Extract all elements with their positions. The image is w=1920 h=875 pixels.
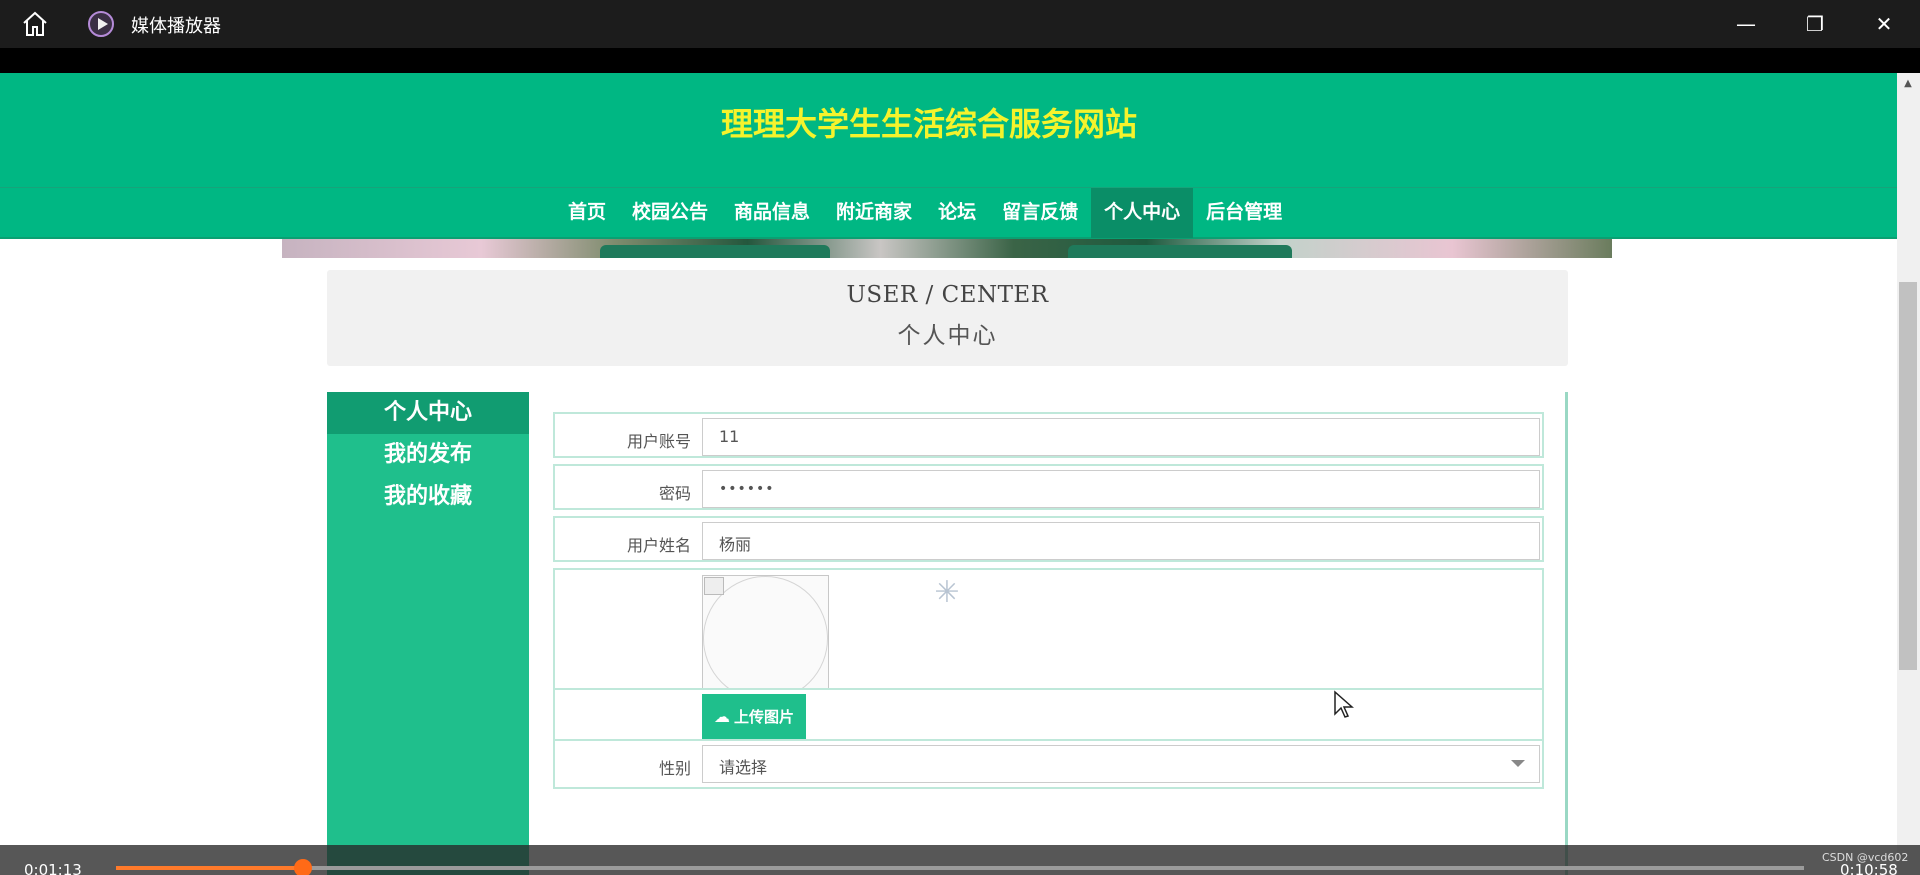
media-player-icon (88, 11, 114, 37)
sidebar-item-my-posts[interactable]: 我的发布 (327, 434, 529, 476)
password-input[interactable]: •••••• (702, 470, 1540, 508)
form-row-name: 用户姓名 杨丽 (553, 516, 1544, 562)
name-label: 用户姓名 (626, 536, 691, 555)
form-row-account: 用户账号 11 (553, 412, 1544, 458)
gender-select[interactable]: 请选择 (702, 745, 1540, 783)
user-center-title-cn: 个人中心 (897, 323, 998, 349)
gender-label: 性别 (658, 759, 691, 778)
sidebar-item-my-favorites[interactable]: 我的收藏 (327, 476, 529, 518)
player-titlebar: 媒体播放器 — ❐ ✕ (0, 0, 1920, 48)
nav-item-7[interactable]: 后台管理 (1193, 188, 1295, 238)
total-time: 0:10:58 (1840, 861, 1898, 875)
seek-bar[interactable] (116, 859, 1804, 875)
cloud-upload-icon: ☁ (714, 707, 730, 726)
player-controls: 0:01:13 CSDN @vcd602 0:10:58 (0, 845, 1920, 875)
form-row-password: 密码 •••••• (553, 464, 1544, 510)
nav-item-1[interactable]: 校园公告 (619, 188, 721, 238)
web-viewport: 理理大学生生活综合服务网站 首页 校园公告 商品信息 附近商家 论坛 留言反馈 个人中心 后台… (0, 73, 1920, 875)
nav-item-3[interactable]: 附近商家 (823, 188, 925, 238)
video-letterbox (0, 48, 1920, 73)
avatar[interactable] (702, 575, 829, 702)
maximize-button[interactable]: ❐ (1791, 8, 1839, 40)
minimize-button[interactable]: — (1722, 8, 1770, 40)
nav-item-4[interactable]: 论坛 (925, 188, 989, 238)
seek-bar-handle[interactable] (294, 859, 313, 875)
mouse-cursor-icon (1334, 690, 1354, 718)
nav-item-0[interactable]: 首页 (555, 188, 619, 238)
nav-item-2[interactable]: 商品信息 (721, 188, 823, 238)
site-title: 理理大学生生活综合服务网站 (720, 105, 1137, 143)
site-header: 理理大学生生活综合服务网站 (0, 73, 1897, 187)
name-input[interactable]: 杨丽 (702, 522, 1540, 560)
close-button[interactable]: ✕ (1860, 8, 1908, 40)
password-label: 密码 (658, 484, 691, 503)
user-sidebar: 个人中心 我的发布 我的收藏 (327, 392, 529, 875)
chevron-down-icon (1511, 760, 1525, 767)
main-nav: 首页 校园公告 商品信息 附近商家 论坛 留言反馈 个人中心 后台管理 (0, 187, 1897, 239)
player-title: 媒体播放器 (131, 16, 221, 37)
banner-decoration (1068, 245, 1292, 258)
user-center-header: USER / CENTER 个人中心 (327, 270, 1568, 366)
home-icon[interactable] (20, 10, 50, 38)
banner-decoration (600, 245, 830, 258)
broken-image-icon (704, 577, 724, 595)
nav-item-5[interactable]: 留言反馈 (989, 188, 1091, 238)
nav-list: 首页 校园公告 商品信息 附近商家 论坛 留言反馈 个人中心 后台管理 (555, 188, 1295, 238)
account-input[interactable]: 11 (702, 418, 1540, 456)
gender-placeholder: 请选择 (719, 758, 768, 777)
upload-image-button[interactable]: ☁ 上传图片 (702, 694, 807, 740)
form-row-upload: ☁ 上传图片 (553, 688, 1544, 744)
account-label: 用户账号 (626, 432, 691, 451)
banner-image (282, 239, 1612, 258)
user-center-title-en: USER / CENTER (846, 282, 1049, 308)
nav-item-6[interactable]: 个人中心 (1091, 188, 1194, 238)
loading-spinner-icon: ✳ (934, 575, 960, 610)
scrollbar-thumb[interactable] (1899, 282, 1917, 670)
form-row-avatar (553, 568, 1544, 706)
sidebar-item-profile[interactable]: 个人中心 (327, 392, 529, 434)
scroll-up-arrow-icon[interactable]: ▲ (1899, 78, 1917, 92)
profile-form: 用户账号 11 密码 •••••• 用户姓名 杨丽 ☁ 上传图片 性别 请选择 (553, 392, 1568, 875)
current-time: 0:01:13 (24, 861, 82, 875)
form-row-gender: 性别 请选择 (553, 739, 1544, 789)
upload-button-label: 上传图片 (734, 708, 795, 726)
seek-bar-fill (116, 866, 304, 870)
